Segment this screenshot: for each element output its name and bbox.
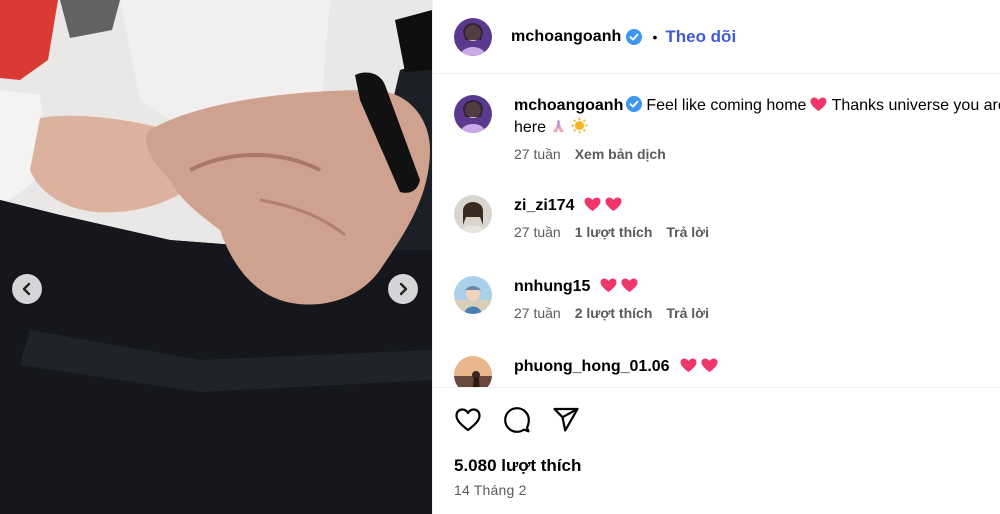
photo-image	[0, 0, 432, 514]
follow-button[interactable]: Theo dõi	[665, 27, 736, 47]
paper-plane-icon[interactable]	[552, 406, 580, 434]
comment-text: zi_zi174	[514, 195, 1000, 217]
sun-emoji	[571, 117, 588, 134]
caption-item: mchoangoanh Feel like coming home Thanks …	[454, 95, 1000, 162]
caption-text: mchoangoanh Feel like coming home Thanks …	[514, 95, 1000, 139]
post-date[interactable]: 14 Tháng 2	[454, 482, 527, 498]
comment-text: phuong_hong_01.06	[514, 356, 1000, 378]
pink-heart-emoji	[621, 278, 638, 292]
pink-heart-emoji	[605, 197, 622, 211]
reply-button[interactable]: Trả lời	[666, 224, 709, 240]
caption-body: Feel like coming home	[646, 97, 807, 114]
comment-time: 27 tuần	[514, 224, 561, 240]
translate-button[interactable]: Xem bản dịch	[575, 146, 666, 162]
post-header: mchoangoanh • Theo dõi	[433, 0, 1000, 74]
separator-dot: •	[652, 28, 658, 45]
comment-item: zi_zi174 27 tuần 1 lượt thích Trả lời	[454, 195, 1000, 240]
comment-likes-link[interactable]: 1 lượt thích	[575, 224, 653, 240]
comments-list[interactable]: mchoangoanh Feel like coming home Thanks …	[433, 75, 1000, 387]
comment-item: phuong_hong_01.06	[454, 356, 1000, 387]
praying-hands-emoji	[553, 120, 565, 132]
caption-meta: 27 tuần Xem bản dịch	[514, 146, 1000, 162]
comment-username[interactable]: phuong_hong_01.06	[514, 358, 670, 375]
verified-badge-icon	[626, 28, 643, 45]
comment-meta: 27 tuần 2 lượt thích Trả lời	[514, 305, 1000, 321]
commenter-avatar[interactable]	[454, 195, 492, 233]
pink-heart-emoji	[584, 197, 601, 211]
comment-text: nnhung15	[514, 276, 1000, 298]
comment-time: 27 tuần	[514, 305, 561, 321]
verified-badge-icon	[626, 96, 643, 112]
pink-heart-emoji	[600, 278, 617, 292]
comment-username[interactable]: nnhung15	[514, 278, 590, 295]
author-avatar[interactable]	[454, 17, 492, 56]
commenter-avatar[interactable]	[454, 356, 492, 387]
pink-heart-emoji	[701, 358, 718, 372]
comment-item: nnhung15 27 tuần 2 lượt thích Trả lời	[454, 276, 1000, 321]
action-icons	[454, 406, 580, 434]
post-photo[interactable]	[0, 0, 432, 514]
post-actions: 5.080 lượt thích 14 Tháng 2	[433, 387, 1000, 514]
chevron-left-icon	[22, 282, 31, 296]
comment-bubble-icon[interactable]	[503, 406, 531, 434]
caption-username[interactable]: mchoangoanh	[514, 97, 623, 114]
pink-heart-emoji	[810, 97, 827, 111]
carousel-prev-button[interactable]	[12, 274, 42, 304]
caption-time: 27 tuần	[514, 146, 561, 162]
commenter-avatar[interactable]	[454, 276, 492, 314]
author-username[interactable]: mchoangoanh	[511, 28, 621, 46]
pink-heart-emoji	[680, 358, 697, 372]
carousel-next-button[interactable]	[388, 274, 418, 304]
post-side-panel: mchoangoanh • Theo dõi mchoangoanh Feel l…	[432, 0, 1000, 514]
reply-button[interactable]: Trả lời	[666, 305, 709, 321]
caption-avatar[interactable]	[454, 95, 492, 133]
likes-count[interactable]: 5.080 lượt thích	[454, 456, 581, 476]
comment-likes-link[interactable]: 2 lượt thích	[575, 305, 653, 321]
chevron-right-icon	[399, 282, 408, 296]
comment-username[interactable]: zi_zi174	[514, 197, 574, 214]
comment-meta: 27 tuần 1 lượt thích Trả lời	[514, 224, 1000, 240]
heart-outline-icon[interactable]	[454, 406, 482, 434]
